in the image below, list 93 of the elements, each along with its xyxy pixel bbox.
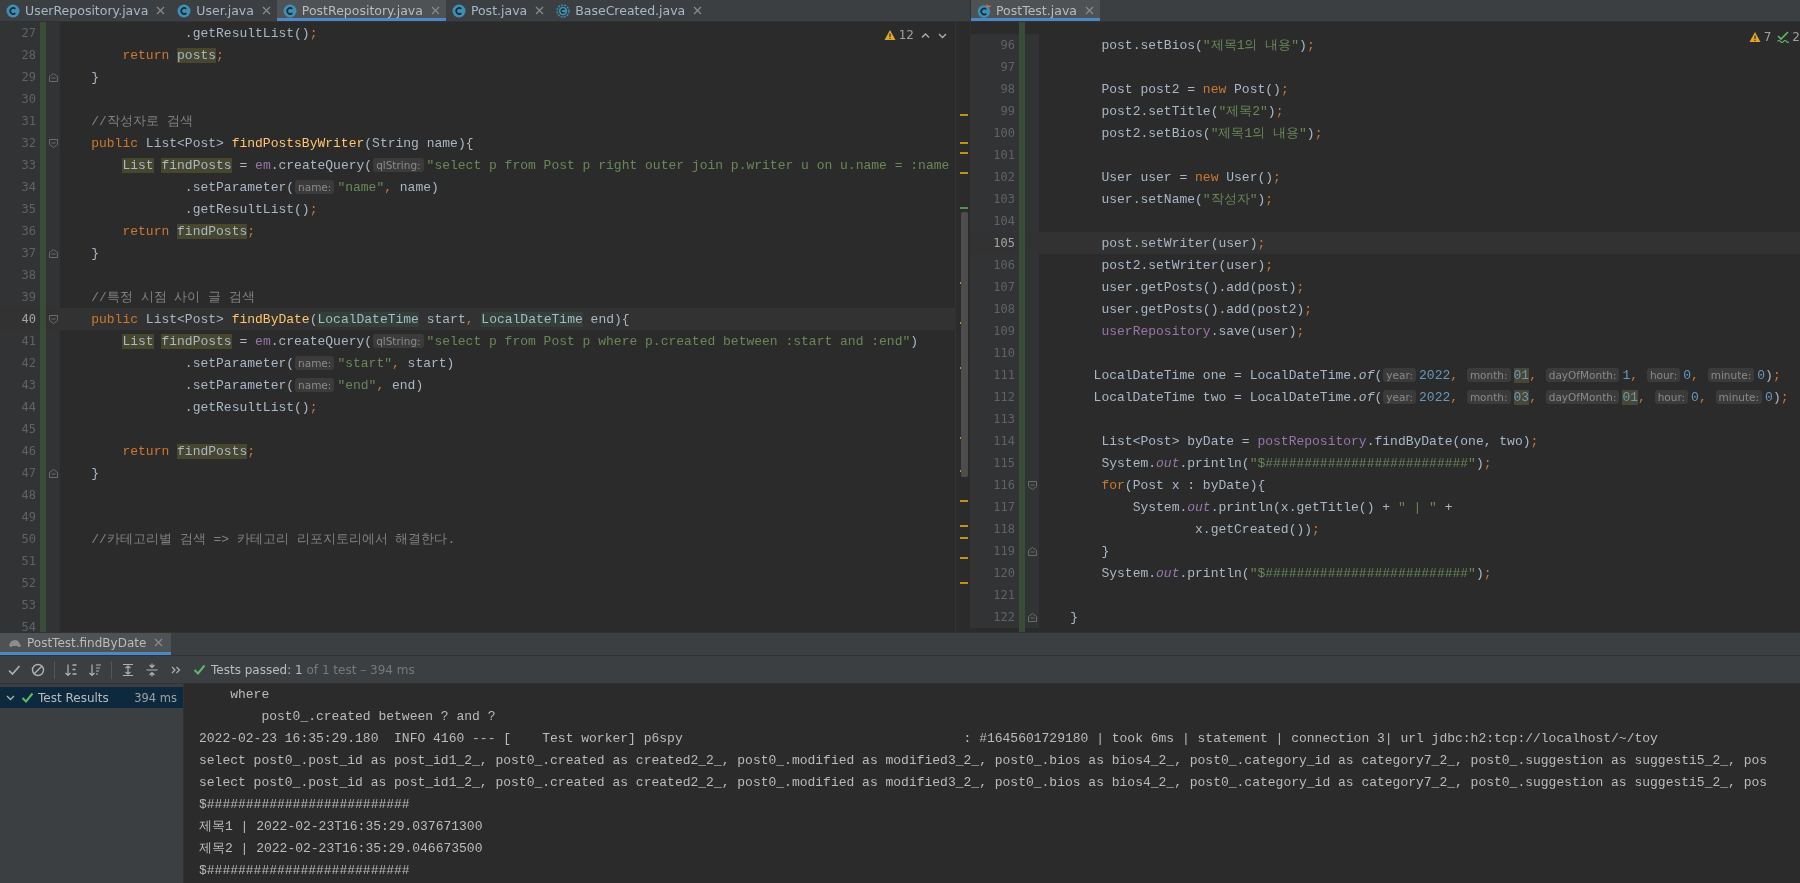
code-line: List findPosts = em.createQuery( qlString: "select p from Post p right outer join p.writer u on u.name = :name	[121, 157, 950, 173]
console-line: post0_.created between ? and ?	[260, 708, 497, 726]
console-line: 제목1 | 2022-02-23T16:35:29.037671300	[199, 818, 484, 836]
sort-icon	[64, 662, 78, 677]
console-line: 2022-02-23 16:35:29.180 INFO 4160 --- [ Test worker] p6spy : #1645601729180 | took 6ms | statement | connection 3| url jdbc:h2:tcp://localhost/~/toy	[199, 730, 1659, 748]
class-icon	[6, 3, 20, 18]
code-line: post2.setTitle("제목2");	[1100, 103, 1284, 120]
code-line: System.out.println("$##########################");	[1100, 565, 1492, 581]
code-line: List findPosts = em.createQuery( qlString: "select p from Post p where p.created between :start and :end")	[121, 333, 919, 349]
code-line: return posts;	[121, 47, 224, 63]
code-line: .setParameter( name: "start", start)	[183, 355, 455, 371]
code-line: post.setBios("제목1의 내용");	[1100, 37, 1315, 54]
close-icon[interactable]	[1084, 6, 1094, 15]
close-icon[interactable]	[430, 6, 440, 15]
fold-icon[interactable]	[48, 138, 58, 148]
code-line: for(Post x : byDate){	[1100, 477, 1266, 493]
code-line: }	[90, 465, 100, 481]
collapse-all-icon	[145, 662, 159, 677]
code-line: List<Post> byDate = postRepository.findByDate(one, two);	[1100, 433, 1539, 449]
console-line: $##########################	[199, 862, 411, 880]
file-tab[interactable]: UserRepository.java	[0, 0, 172, 21]
console-line: where	[229, 686, 271, 704]
code-line: public List<Post> findByDate(LocalDateTime start, LocalDateTime end){	[90, 311, 630, 327]
console-line: select post0_.post_id as post_id1_2_, post0_.created as created2_2_, post0_.modified as modified3_2_, post0_.bios as bios4_2_, post0_.category_id as category7_2_, post0_.suggestion as suggesti5_2_, pos	[199, 774, 1769, 792]
fold-icon[interactable]	[1027, 612, 1037, 622]
code-line: user.getPosts().add(post2);	[1100, 301, 1313, 317]
code-line: System.out.println(x.getTitle() + " | " +	[1131, 499, 1453, 515]
fold-icon[interactable]	[48, 248, 58, 258]
code-line: //작성자로 검색	[90, 113, 193, 130]
close-icon[interactable]	[154, 638, 164, 647]
code-line: user.setName("작성자");	[1100, 191, 1274, 208]
line-number: 105	[992, 236, 1016, 250]
code-line: .setParameter( name: "end", end)	[183, 377, 424, 393]
code-line: .getResultList();	[183, 399, 318, 415]
close-icon[interactable]	[693, 6, 703, 15]
cancel-icon	[31, 662, 45, 677]
test-status-text: Tests passed: 1 of 1 test – 394 ms	[211, 662, 415, 677]
code-line: .getResultList();	[183, 201, 318, 217]
test-class-icon	[977, 3, 991, 18]
file-tab[interactable]: PostTest.java	[971, 0, 1100, 21]
sort-icon	[88, 662, 102, 677]
expand-all-icon	[121, 662, 135, 677]
code-line: LocalDateTime one = LocalDateTime.of( year: 2022, month: 01, dayOfMonth: 1, hour: 0, minute: 0);	[1092, 367, 1781, 383]
class-icon	[451, 3, 466, 18]
code-line: Post post2 = new Post();	[1100, 81, 1289, 97]
close-icon[interactable]	[535, 6, 545, 15]
class-icon	[282, 3, 297, 18]
close-icon[interactable]	[156, 6, 166, 15]
code-line: post2.setBios("제목1의 내용");	[1100, 125, 1323, 142]
console-line: $##########################	[199, 796, 411, 814]
fold-icon[interactable]	[1027, 546, 1037, 556]
code-line: }	[90, 69, 100, 85]
console-line: select post0_.post_id as post_id1_2_, post0_.created as created2_2_, post0_.modified as modified3_2_, post0_.bios as bios4_2_, post0_.category_id as category7_2_, post0_.suggestion as suggesti5_2_, pos	[199, 752, 1769, 770]
code-line: }	[90, 245, 100, 261]
code-line: public List<Post> findPostsByWriter(String name){	[90, 135, 474, 151]
code-line: post2.setWriter(user);	[1100, 257, 1274, 273]
code-line: userRepository.save(user);	[1100, 323, 1305, 339]
fold-icon[interactable]	[1027, 480, 1037, 490]
fold-icon[interactable]	[48, 72, 58, 82]
warning-icon	[883, 29, 896, 41]
fold-icon[interactable]	[48, 468, 58, 478]
code-line: x.getCreated());	[1194, 521, 1320, 537]
file-tab[interactable]: PostRepository.java	[276, 0, 446, 21]
code-line: //카테고리별 검색 => 카테고리 리포지토리에서 해결한다.	[90, 531, 456, 548]
abstract-class-icon	[556, 3, 571, 18]
file-tab[interactable]: User.java	[171, 0, 277, 21]
inspection-counter[interactable]: 2	[1777, 30, 1800, 44]
code-line: System.out.println("$##########################");	[1100, 455, 1492, 471]
code-line: User user = new User();	[1100, 169, 1281, 185]
fold-icon[interactable]	[48, 314, 58, 324]
file-tab[interactable]: BaseCreated.java	[550, 0, 709, 21]
code-line: }	[1100, 543, 1110, 559]
code-line: .setParameter( name: "name", name)	[183, 179, 439, 195]
code-line: user.getPosts().add(post);	[1100, 279, 1305, 295]
code-line: .getResultList();	[183, 25, 318, 41]
check-wave-icon	[1777, 31, 1790, 43]
close-icon[interactable]	[261, 6, 271, 15]
check-icon	[193, 663, 206, 676]
warning-icon	[1748, 31, 1761, 43]
code-line: //특정 시점 사이 글 검색	[90, 289, 256, 306]
console-line: 제목2 | 2022-02-23T16:35:29.046673500	[199, 840, 484, 858]
inspection-counter[interactable]: 12	[883, 28, 914, 42]
code-line: LocalDateTime two = LocalDateTime.of( year: 2022, month: 03, dayOfMonth: 01, hour: 0, minute: 0);	[1092, 389, 1789, 405]
code-line: }	[1069, 609, 1079, 625]
tree-row[interactable]: Test Results 394 ms	[0, 687, 183, 708]
check-icon	[21, 691, 34, 704]
line-number: 40	[20, 312, 37, 326]
inspection-counter[interactable]: 7	[1748, 30, 1772, 44]
run-tab[interactable]: PostTest.findByDate	[0, 633, 172, 655]
error-stripe[interactable]	[955, 22, 970, 632]
code-line: post.setWriter(user);	[1100, 235, 1266, 251]
file-tab[interactable]: Post.java	[445, 0, 551, 21]
class-icon	[177, 3, 192, 18]
